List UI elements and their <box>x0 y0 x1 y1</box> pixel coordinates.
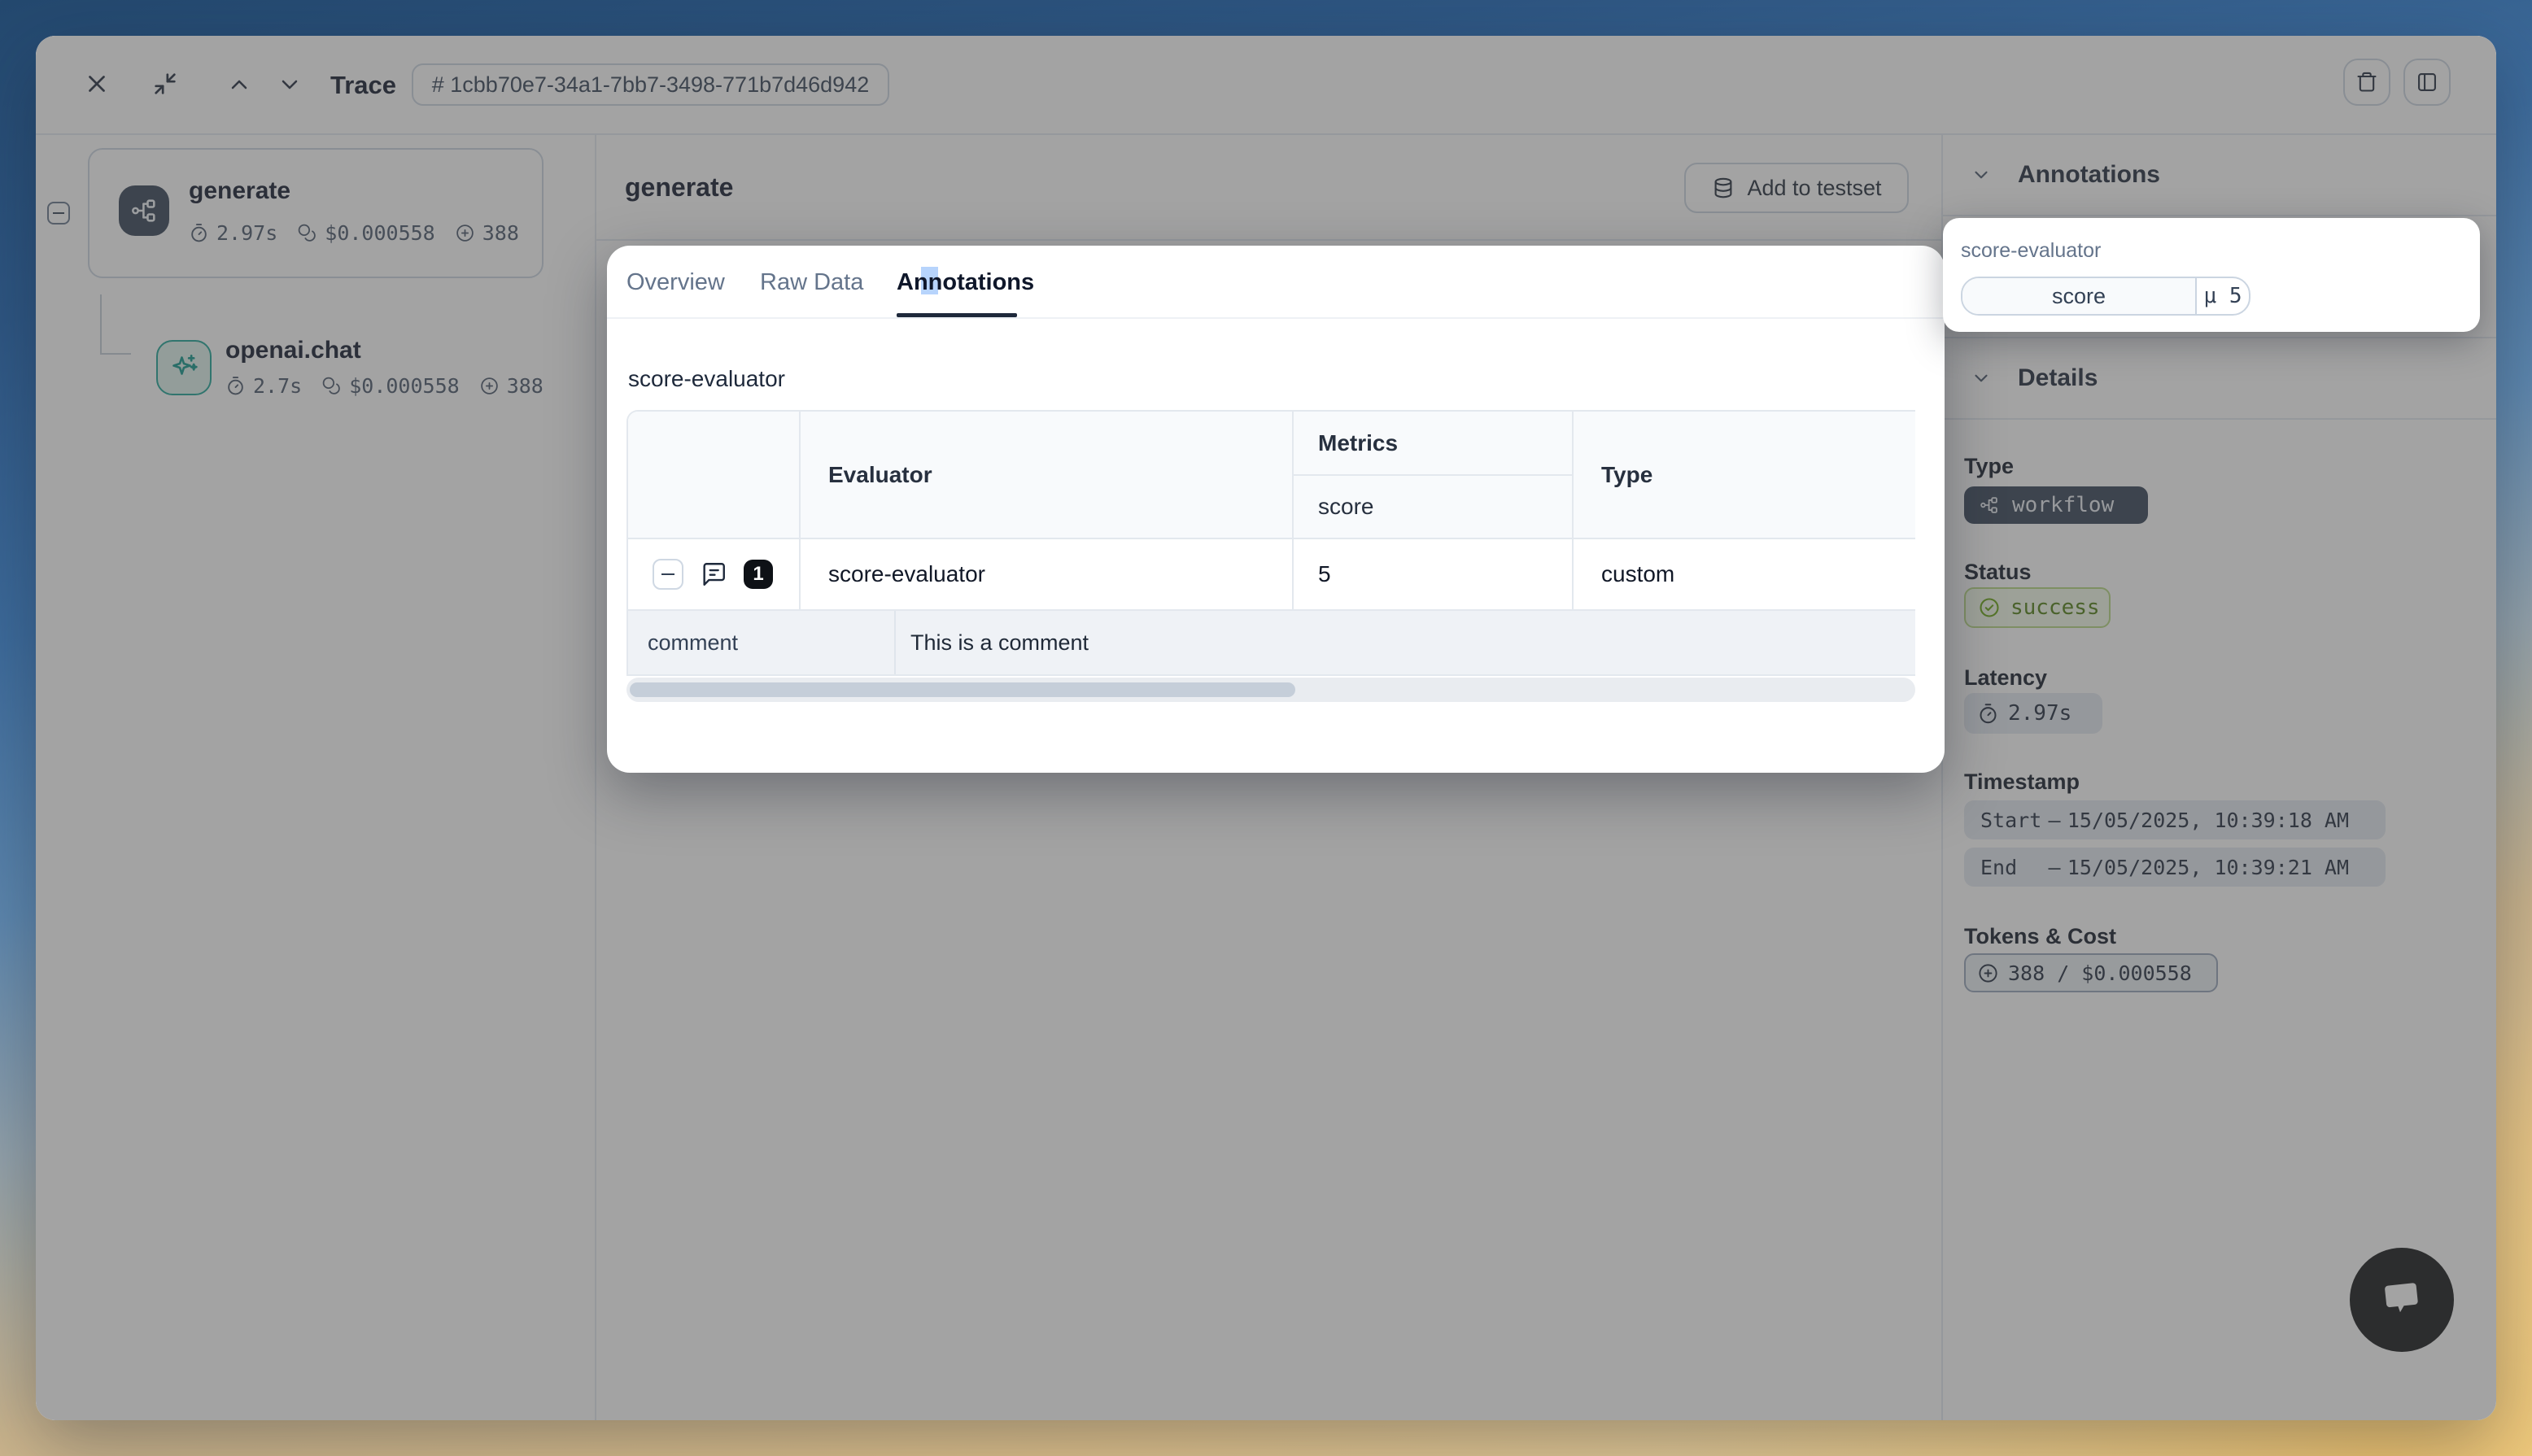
app-window: Trace # 1cbb70e7-34a1-7bb7-3498-771b7d46… <box>36 36 2496 1420</box>
metric-name: score <box>1962 278 2197 314</box>
annotation-score-card: score-evaluator score μ 5 <box>1943 218 2480 332</box>
comment-row: comment This is a comment <box>628 611 1915 676</box>
annotations-modal: Overview Raw Data Annotations score-eval… <box>607 246 1945 773</box>
tab-raw-data[interactable]: Raw Data <box>760 246 863 319</box>
collapse-row-button[interactable] <box>653 559 683 590</box>
scrollbar-thumb[interactable] <box>630 682 1295 697</box>
row-type-cell: custom <box>1574 539 1915 611</box>
annotations-table: Evaluator Metrics score Type 1 score-eva… <box>626 410 1915 676</box>
metric-pill[interactable]: score μ 5 <box>1961 277 2250 316</box>
header-cell-metrics: Metrics <box>1294 412 1574 476</box>
header-cell-type: Type <box>1574 412 1915 539</box>
row-evaluator-cell: score-evaluator <box>801 539 1294 611</box>
tab-overview[interactable]: Overview <box>626 246 725 319</box>
row-actions-cell: 1 <box>628 539 801 611</box>
header-cell-empty <box>628 412 801 539</box>
evaluator-section-title: score-evaluator <box>628 366 785 392</box>
tab-annotations[interactable]: Annotations <box>897 246 1034 319</box>
comment-key: comment <box>628 611 896 674</box>
header-cell-evaluator: Evaluator <box>801 412 1294 539</box>
active-tab-underline <box>897 313 1017 317</box>
metric-value: μ 5 <box>2197 278 2249 314</box>
tab-bar: Overview Raw Data Annotations <box>607 246 1945 319</box>
horizontal-scrollbar[interactable] <box>626 678 1915 702</box>
header-cell-metric-score: score <box>1294 476 1574 539</box>
comment-value: This is a comment <box>896 611 1915 674</box>
annotation-evaluator-name: score-evaluator <box>1961 239 2101 263</box>
row-score-cell: 5 <box>1294 539 1574 611</box>
comment-icon[interactable] <box>700 560 727 588</box>
comment-count-badge: 1 <box>744 560 773 589</box>
